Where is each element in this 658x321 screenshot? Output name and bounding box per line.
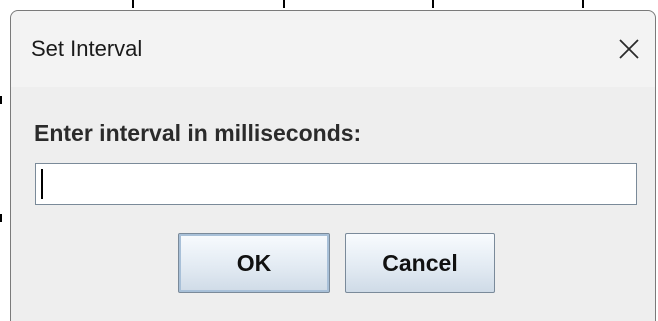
ok-button[interactable]: OK: [178, 233, 330, 293]
cancel-button[interactable]: Cancel: [345, 233, 495, 293]
background-tick: [0, 96, 2, 104]
prompt-label: Enter interval in milliseconds:: [34, 120, 362, 146]
dialog-title: Set Interval: [31, 36, 143, 61]
background-tick: [283, 0, 285, 8]
set-interval-dialog: Set Interval Enter interval in milliseco…: [10, 10, 656, 321]
close-icon: [619, 39, 639, 59]
background-tick: [132, 0, 134, 8]
text-caret: [41, 169, 43, 199]
background-tick: [432, 0, 434, 8]
background-tick: [582, 0, 584, 8]
title-bar: Set Interval: [11, 11, 655, 87]
background-tick: [0, 214, 2, 222]
interval-input[interactable]: [35, 163, 637, 205]
close-button[interactable]: [609, 29, 649, 69]
